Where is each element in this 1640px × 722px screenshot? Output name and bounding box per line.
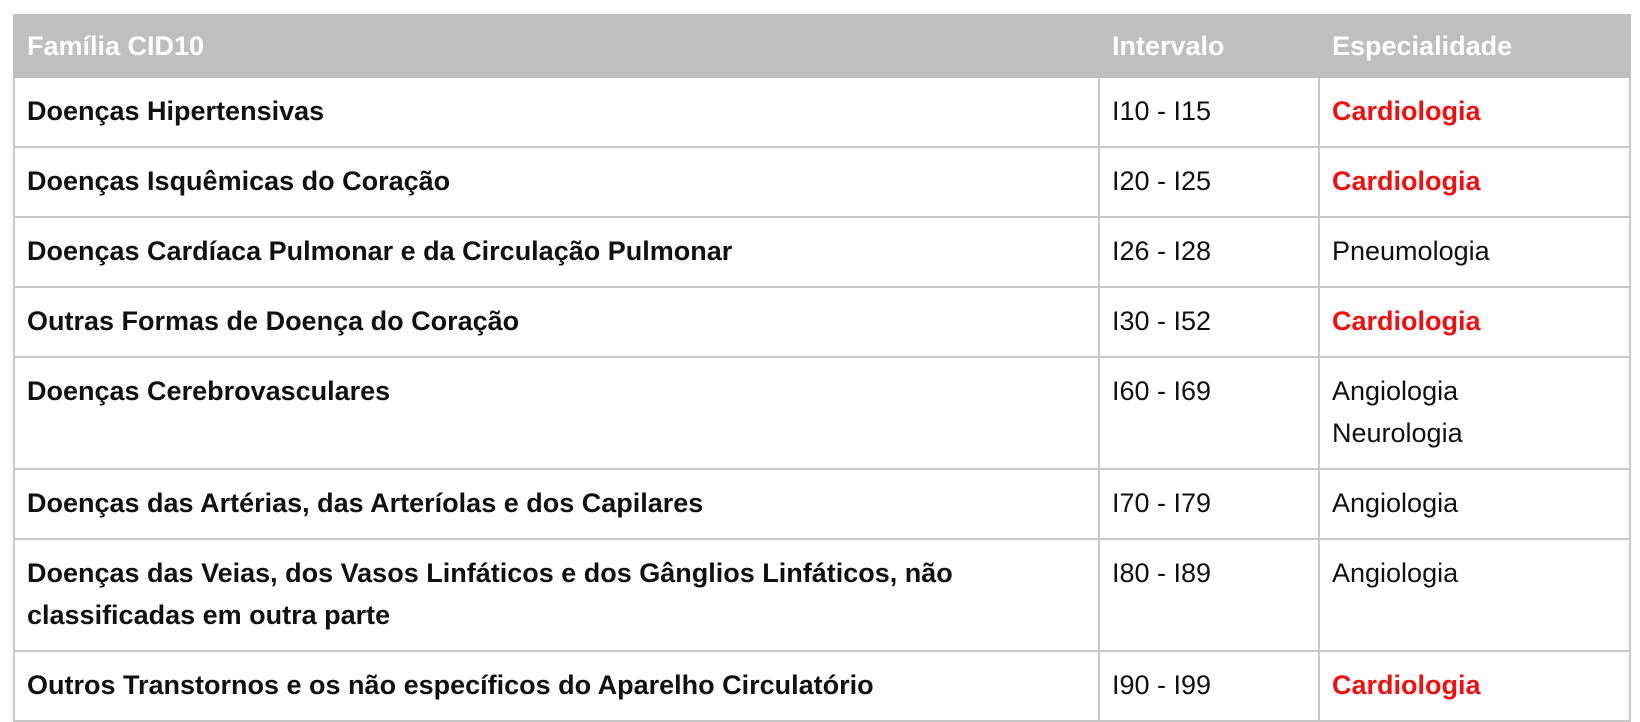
specialty-label: Neurologia [1332,418,1463,448]
specialty-label: Cardiologia [1332,670,1481,700]
specialty-label: Cardiologia [1332,166,1481,196]
cell-especialidade: Angiologia Neurologia [1318,356,1631,470]
cell-intervalo: I26 - I28 [1098,216,1320,288]
specialty-label: Angiologia [1332,558,1459,588]
cell-intervalo: I30 - I52 [1098,286,1320,358]
cell-especialidade: Angiologia [1318,538,1631,652]
cell-especialidade: Angiologia [1318,468,1631,540]
specialty-label: Pneumologia [1332,236,1490,266]
cell-intervalo: I10 - I15 [1098,76,1320,148]
table-row: Doenças das Veias, dos Vasos Linfáticos … [13,538,1631,652]
table-row: Outras Formas de Doença do Coração I30 - … [13,286,1631,358]
cell-especialidade: Cardiologia [1318,286,1631,358]
cell-especialidade: Cardiologia [1318,650,1631,722]
cell-familia: Doenças Isquêmicas do Coração [13,146,1100,218]
cell-familia: Doenças Hipertensivas [13,76,1100,148]
cell-intervalo: I90 - I99 [1098,650,1320,722]
table-row: Doenças Hipertensivas I10 - I15 Cardiologi… [13,76,1631,148]
header-especialidade: Especialidade [1318,14,1631,78]
specialty-label: Angiologia [1332,376,1459,406]
table-row: Doenças Cardíaca Pulmonar e da Circulaçã… [13,216,1631,288]
cid10-table: Família CID10 Intervalo Especialidade Do… [13,14,1631,722]
table-body: Doenças Hipertensivas I10 - I15 Cardiologi… [13,76,1631,722]
specialty-label: Cardiologia [1332,306,1481,336]
cell-familia: Doenças Cerebrovasculares [13,356,1100,470]
cell-familia: Doenças das Artérias, das Arteríolas e d… [13,468,1100,540]
cell-familia: Outras Formas de Doença do Coração [13,286,1100,358]
cell-intervalo: I70 - I79 [1098,468,1320,540]
cell-intervalo: I80 - I89 [1098,538,1320,652]
table-row: Doenças das Artérias, das Arteríolas e d… [13,468,1631,540]
cell-especialidade: Cardiologia [1318,76,1631,148]
header-familia: Família CID10 [13,14,1100,78]
table-row: Outros Transtornos e os não específicos … [13,650,1631,722]
cell-familia: Doenças das Veias, dos Vasos Linfáticos … [13,538,1100,652]
cell-especialidade: Pneumologia [1318,216,1631,288]
specialty-label: Cardiologia [1332,96,1481,126]
table-row: Doenças Isquêmicas do Coração I20 - I25 Ca… [13,146,1631,218]
specialty-label: Angiologia [1332,488,1459,518]
header-intervalo: Intervalo [1098,14,1320,78]
cell-especialidade: Cardiologia [1318,146,1631,218]
table-header: Família CID10 Intervalo Especialidade [13,14,1631,78]
cell-familia: Doenças Cardíaca Pulmonar e da Circulaçã… [13,216,1100,288]
cid10-table-container: Família CID10 Intervalo Especialidade Do… [13,14,1631,722]
cell-intervalo: I60 - I69 [1098,356,1320,470]
cell-intervalo: I20 - I25 [1098,146,1320,218]
cell-familia: Outros Transtornos e os não específicos … [13,650,1100,722]
header-row: Família CID10 Intervalo Especialidade [13,14,1631,78]
table-row: Doenças Cerebrovasculares I60 - I69 Angiol… [13,356,1631,470]
